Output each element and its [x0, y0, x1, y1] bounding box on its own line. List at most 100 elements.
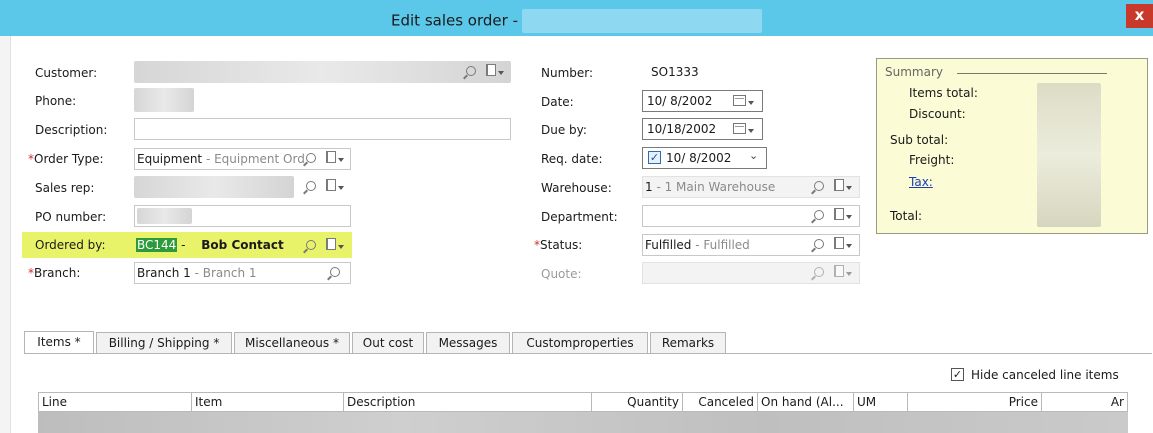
branch-lookup-icon[interactable]: [330, 263, 340, 283]
summary-panel: Summary Items total: Discount: Sub total…: [876, 58, 1148, 234]
summary-title-rule: [957, 73, 1107, 74]
customer-label: Customer:: [35, 66, 98, 80]
date-calendar-icon[interactable]: [733, 95, 754, 109]
description-input[interactable]: [134, 118, 511, 140]
department-lookup-icon[interactable]: [814, 206, 824, 226]
order-type-field[interactable]: Equipment - Equipment Ord: [134, 148, 351, 170]
quote-flag-menu-icon: [834, 263, 852, 283]
customer-lookup-icon[interactable]: [466, 62, 476, 82]
customer-field[interactable]: [134, 61, 511, 83]
warehouse-label: Warehouse:: [541, 181, 612, 195]
total-label: Total:: [890, 209, 923, 223]
phone-label: Phone:: [35, 94, 77, 108]
tab-miscellaneous[interactable]: Miscellaneous *: [234, 332, 350, 353]
tab-panel-border: [24, 353, 1152, 354]
column-header-description[interactable]: Description: [344, 393, 592, 411]
due-by-value: 10/18/2002: [647, 122, 717, 136]
column-header-um[interactable]: UM: [854, 393, 908, 411]
ordered-by-field[interactable]: BC144 - Bob Contact: [134, 235, 351, 255]
due-by-picker[interactable]: 10/18/2002: [642, 118, 763, 140]
number-label: Number:: [541, 66, 594, 80]
ordered-by-lookup-icon[interactable]: [306, 236, 316, 256]
branch-field[interactable]: Branch 1 - Branch 1: [134, 262, 351, 284]
window-title: Edit sales order -: [0, 9, 1153, 33]
status-label-text: Status:: [540, 238, 583, 252]
warehouse-value: 1: [645, 180, 653, 194]
req-date-label: Req. date:: [541, 152, 603, 166]
tab-messages[interactable]: Messages: [426, 332, 510, 353]
window-left-edge: [0, 36, 11, 433]
date-label: Date:: [541, 95, 574, 109]
status-lookup-icon[interactable]: [814, 235, 824, 255]
tab-customproperties[interactable]: Customproperties: [512, 332, 648, 353]
department-flag-menu-icon[interactable]: [834, 206, 852, 226]
tab-remarks[interactable]: Remarks: [650, 332, 726, 353]
warehouse-lookup-icon[interactable]: [814, 177, 824, 197]
order-type-lookup-icon[interactable]: [306, 149, 316, 169]
sub-total-label: Sub total:: [890, 133, 949, 147]
order-number-value: SO1333: [651, 65, 699, 79]
tab-out-cost[interactable]: Out cost: [352, 332, 424, 353]
phone-value: [134, 88, 194, 112]
date-value: 10/ 8/2002: [647, 94, 713, 108]
hide-canceled-checkbox[interactable]: ✓: [951, 368, 964, 381]
date-picker[interactable]: 10/ 8/2002: [642, 90, 763, 112]
status-value: Fulfilled: [645, 238, 692, 252]
order-type-label-text: Order Type:: [34, 152, 104, 166]
branch-description: - Branch 1: [190, 266, 257, 280]
sales-rep-label: Sales rep:: [35, 181, 95, 195]
close-button[interactable]: x: [1126, 4, 1153, 28]
sales-rep-lookup-icon[interactable]: [306, 177, 316, 197]
order-type-label: *Order Type:: [28, 152, 104, 166]
ordered-by-name: Bob Contact: [201, 238, 284, 252]
req-date-checkbox[interactable]: ✓: [648, 151, 661, 164]
items-grid-row-redacted[interactable]: [38, 412, 1128, 433]
req-date-picker[interactable]: ✓ 10/ 8/2002 ⌄: [642, 147, 767, 169]
branch-value: Branch 1: [137, 266, 191, 280]
column-header-price[interactable]: Price: [908, 393, 1042, 411]
quote-label: Quote:: [541, 267, 582, 281]
status-description: - Fulfilled: [691, 238, 750, 252]
ordered-by-label: Ordered by:: [35, 238, 106, 252]
warehouse-description: - 1 Main Warehouse: [652, 180, 776, 194]
tab-billing-shipping[interactable]: Billing / Shipping *: [96, 332, 232, 353]
sales-rep-flag-menu-icon[interactable]: [326, 177, 344, 197]
po-number-value: [137, 208, 192, 224]
ordered-by-separator: -: [177, 238, 190, 252]
status-field[interactable]: Fulfilled - Fulfilled: [642, 234, 860, 256]
branch-label-text: Branch:: [34, 266, 81, 280]
req-date-dropdown-icon[interactable]: ⌄: [749, 149, 758, 162]
warehouse-flag-menu-icon[interactable]: [834, 177, 852, 197]
ordered-by-code: BC144: [136, 238, 178, 252]
status-label: *Status:: [534, 238, 582, 252]
description-label: Description:: [35, 123, 108, 137]
tax-link[interactable]: Tax:: [909, 175, 933, 189]
freight-label: Freight:: [909, 153, 955, 167]
sales-rep-field[interactable]: [134, 176, 294, 198]
summary-title: Summary: [885, 65, 943, 79]
items-total-label: Items total:: [909, 86, 978, 100]
warehouse-field[interactable]: 1 - 1 Main Warehouse: [642, 176, 860, 198]
due-by-label: Due by:: [541, 123, 587, 137]
column-header-line[interactable]: Line: [39, 393, 192, 411]
tab-items[interactable]: Items *: [24, 331, 94, 354]
po-number-input[interactable]: [134, 205, 351, 227]
column-header-on-hand[interactable]: On hand (Al...: [758, 393, 854, 411]
column-header-amount[interactable]: Ar: [1042, 393, 1127, 411]
status-flag-menu-icon[interactable]: [834, 235, 852, 255]
window-title-text: Edit sales order -: [391, 11, 518, 30]
branch-label: *Branch:: [28, 266, 80, 280]
department-field[interactable]: [642, 205, 860, 227]
redacted-title-suffix: [521, 9, 762, 33]
column-header-canceled[interactable]: Canceled: [683, 393, 758, 411]
items-grid-header: Line Item Description Quantity Canceled …: [38, 392, 1128, 412]
order-type-description: - Equipment Ord: [202, 152, 305, 166]
customer-flag-menu-icon[interactable]: [486, 62, 504, 82]
discount-label: Discount:: [909, 107, 966, 121]
column-header-item[interactable]: Item: [192, 393, 344, 411]
req-date-value: 10/ 8/2002: [666, 151, 732, 165]
column-header-quantity[interactable]: Quantity: [592, 393, 683, 411]
due-by-calendar-icon[interactable]: [733, 123, 754, 137]
ordered-by-flag-menu-icon[interactable]: [326, 236, 344, 256]
order-type-flag-menu-icon[interactable]: [326, 149, 344, 169]
